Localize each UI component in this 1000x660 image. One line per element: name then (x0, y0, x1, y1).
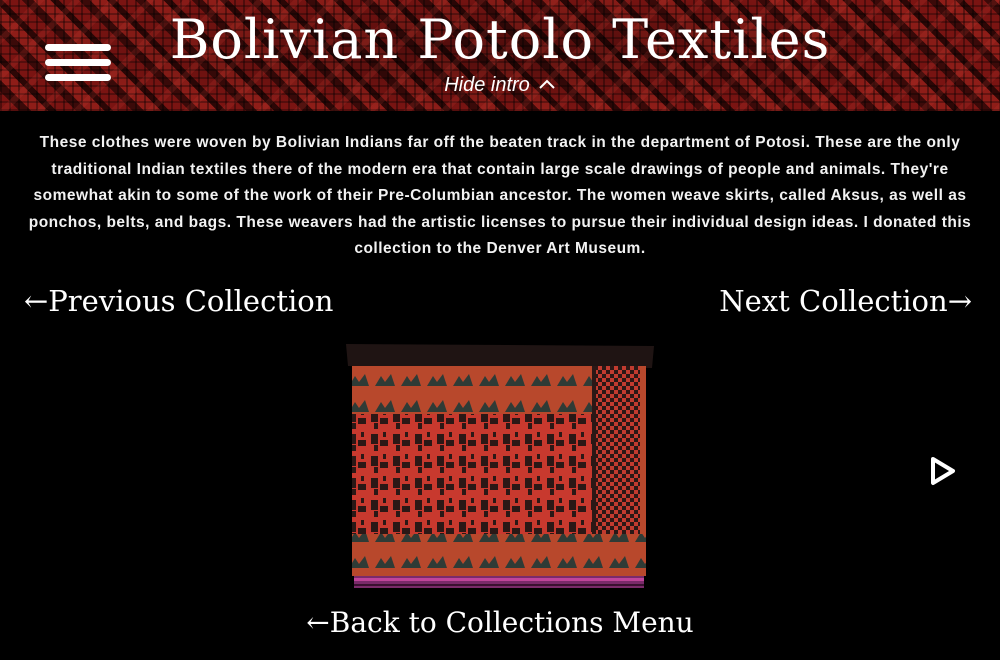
play-icon[interactable] (928, 455, 958, 487)
textile-upper-band (352, 366, 596, 414)
textile-lower-band (352, 534, 646, 576)
next-collection-link[interactable]: Next Collection→ (719, 284, 972, 318)
textile-bottom-fringe (354, 576, 644, 588)
hide-intro-label: Hide intro (444, 74, 530, 96)
chevron-up-icon (538, 75, 556, 95)
back-to-collections-link[interactable]: ←Back to Collections Menu (0, 606, 1000, 639)
page-title: Bolivian Potolo Textiles (169, 8, 831, 71)
textile-side-stripe (596, 366, 640, 536)
intro-text: These clothes were woven by Bolivian Ind… (28, 134, 972, 257)
previous-collection-link[interactable]: ←Previous Collection (24, 284, 333, 318)
hide-intro-toggle[interactable]: Hide intro (0, 74, 1000, 97)
textile-main-field (352, 414, 596, 534)
textile-image[interactable] (346, 342, 654, 594)
textile-top-border (346, 344, 654, 368)
header-banner: Bolivian Potolo Textiles Hide intro (0, 0, 1000, 111)
